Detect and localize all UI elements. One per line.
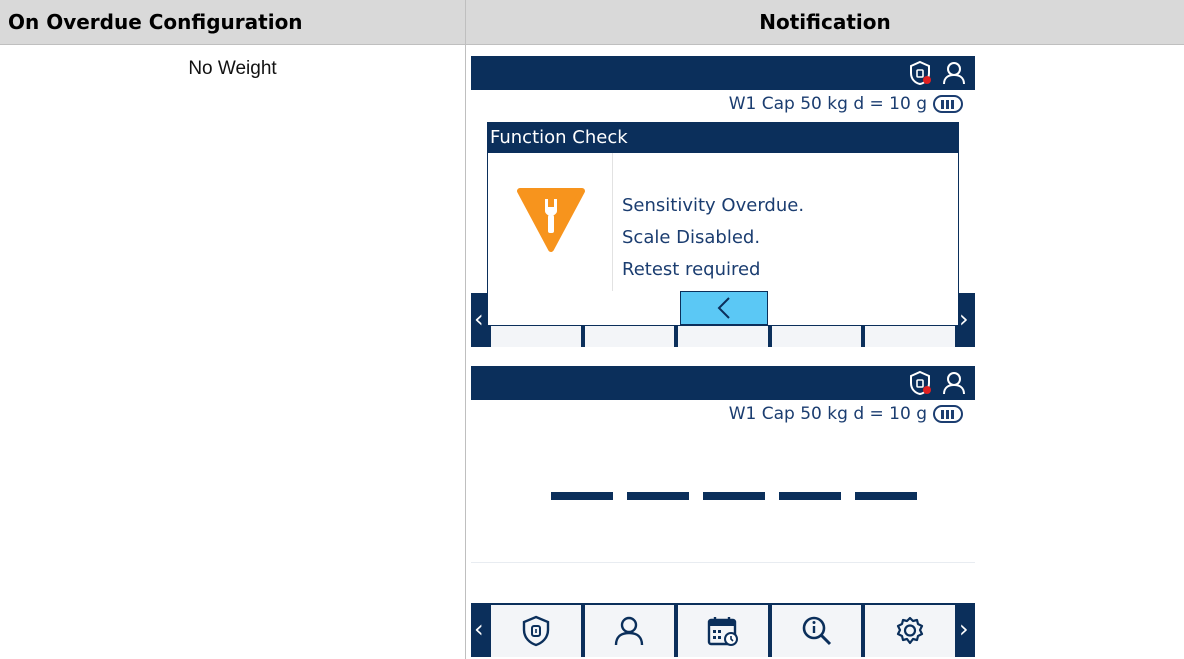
warning-wrench-icon [517,188,585,252]
header-on-overdue-configuration: On Overdue Configuration [0,0,465,44]
softkey-scale-lock[interactable] [489,605,583,657]
softkeys-2 [489,603,957,657]
dialog-line-2: Scale Disabled. [622,227,761,248]
softkey-search-info[interactable] [769,605,864,657]
scroll-right-icon[interactable]: › [959,305,969,333]
scroll-left-icon[interactable]: ‹ [474,305,484,333]
user-icon [943,62,965,85]
dialog-line-1: Sensitivity Overdue. [622,195,805,216]
weight-dash [855,492,917,500]
back-chevron-icon [717,297,730,319]
weight-dash [551,492,613,500]
status-bar [471,56,975,90]
user-icon [615,616,644,646]
softkey-calendar[interactable] [676,605,770,657]
scroll-right-icon[interactable]: › [959,615,969,643]
capacity-text-2: W1 Cap 50 kg d = 10 g [728,404,927,424]
row-label-no-weight: No Weight [188,58,277,79]
softkey-settings[interactable] [863,605,957,657]
dialog-title-text: Function Check [490,127,628,148]
status-bar-2 [471,366,975,400]
battery-icon [933,95,963,113]
header-notification: Notification [466,0,1184,44]
battery-icon [933,405,963,423]
capacity-line: W1 Cap 50 kg d = 10 g [729,94,963,114]
scale-lock-icon [522,615,549,647]
dialog-title: Function Check [488,123,958,153]
gear-icon [897,616,924,645]
softkey-user[interactable] [582,605,677,657]
no-weight-display [551,492,917,500]
display-separator [471,562,975,563]
weight-dash [627,492,689,500]
user-icon [943,372,965,395]
scale-lock-icon [910,370,931,396]
terminal-screen-dialog: W1 Cap 50 kg d = 10 g ‹ › Function Check [471,56,975,347]
softkey-bar-2: ‹ › [471,603,975,657]
dialog-divider [612,153,613,291]
configuration-table: On Overdue Configuration Notification No… [0,0,1184,659]
scale-lock-icon [910,60,931,86]
capacity-text: W1 Cap 50 kg d = 10 g [728,94,927,114]
dialog-line-3: Retest required [622,259,761,280]
search-info-icon [802,616,831,646]
function-check-dialog: Function Check Sensitivity Overdue. Scal… [487,122,959,326]
dialog-back-button[interactable] [680,291,768,325]
weight-dash [779,492,841,500]
terminal-screen-no-weight: W1 Cap 50 kg d = 10 g ‹ › [471,366,975,657]
capacity-line-2: W1 Cap 50 kg d = 10 g [729,404,963,424]
weight-dash [703,492,765,500]
calendar-icon [707,617,738,646]
column-divider [465,0,466,659]
scroll-left-icon[interactable]: ‹ [474,615,484,643]
header-divider [0,44,1184,45]
